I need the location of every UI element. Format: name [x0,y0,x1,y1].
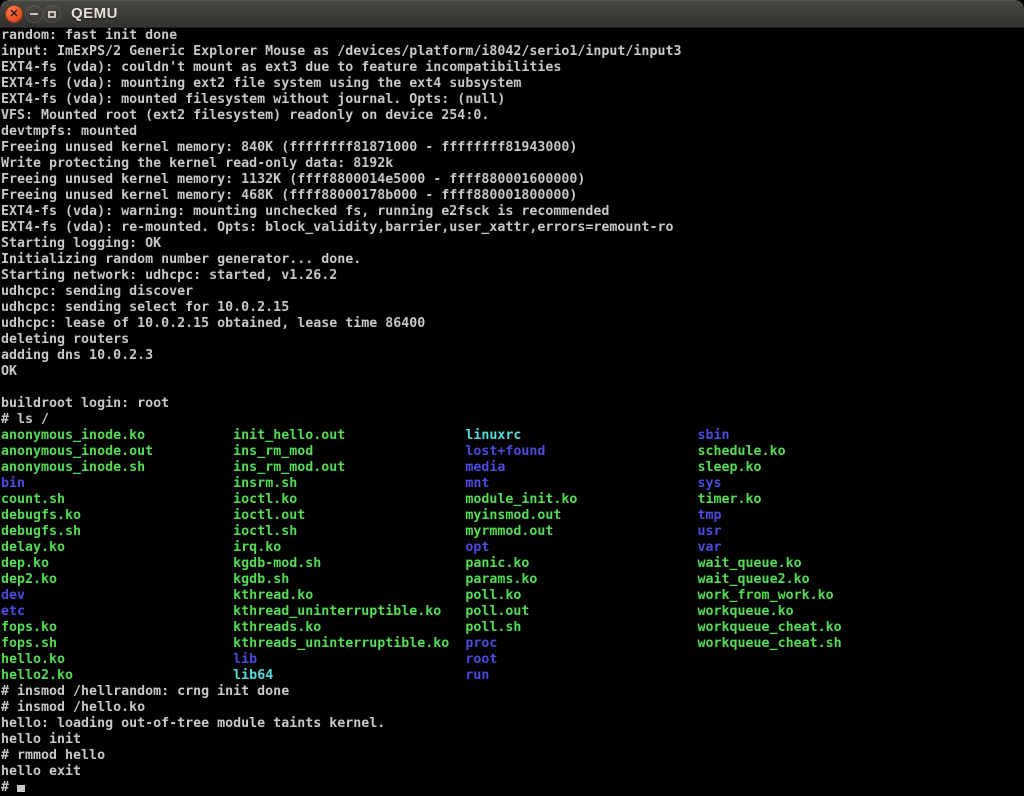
terminal-line: random: fast init done [1,28,1024,44]
terminal-line: fops.ko kthreads.ko poll.sh workqueue_ch… [1,620,1024,636]
text-cursor [17,785,25,792]
terminal-line: anonymous_inode.sh ins_rm_mod.out media … [1,460,1024,476]
terminal-line: adding dns 10.0.2.3 [1,348,1024,364]
terminal-line: anonymous_inode.out ins_rm_mod lost+foun… [1,444,1024,460]
terminal-line: hello: loading out-of-tree module taints… [1,716,1024,732]
terminal-line: OK [1,364,1024,380]
terminal-line: EXT4-fs (vda): couldn't mount as ext3 du… [1,60,1024,76]
terminal-line: hello exit [1,764,1024,780]
close-icon: ✕ [9,9,18,20]
terminal-line: udhcpc: lease of 10.0.2.15 obtained, lea… [1,316,1024,332]
qemu-window: ✕ QEMU random: fast init doneinput: ImEx… [0,0,1024,796]
terminal-line: EXT4-fs (vda): warning: mounting uncheck… [1,204,1024,220]
terminal-line: Write protecting the kernel read-only da… [1,156,1024,172]
maximize-button[interactable] [43,5,61,23]
terminal-line: dep2.ko kgdb.sh params.ko wait_queue2.ko [1,572,1024,588]
terminal-line: fops.sh kthreads_uninterruptible.ko proc… [1,636,1024,652]
terminal-line: Freeing unused kernel memory: 840K (ffff… [1,140,1024,156]
titlebar[interactable]: ✕ QEMU [0,0,1024,28]
terminal-line: deleting routers [1,332,1024,348]
terminal-line: EXT4-fs (vda): re-mounted. Opts: block_v… [1,220,1024,236]
terminal-line: buildroot login: root [1,396,1024,412]
terminal-line: EXT4-fs (vda): mounting ext2 file system… [1,76,1024,92]
terminal-line [1,380,1024,396]
terminal-line: udhcpc: sending discover [1,284,1024,300]
close-button[interactable]: ✕ [5,5,23,23]
terminal-line: EXT4-fs (vda): mounted filesystem withou… [1,92,1024,108]
minimize-button[interactable] [25,5,43,23]
terminal-line: Starting network: udhcpc: started, v1.26… [1,268,1024,284]
terminal-console[interactable]: random: fast init doneinput: ImExPS/2 Ge… [0,28,1024,796]
terminal-line: # [1,780,1024,796]
terminal-line: Starting logging: OK [1,236,1024,252]
terminal-line: # ls / [1,412,1024,428]
terminal-line: anonymous_inode.ko init_hello.out linuxr… [1,428,1024,444]
terminal-line: delay.ko irq.ko opt var [1,540,1024,556]
terminal-line: count.sh ioctl.ko module_init.ko timer.k… [1,492,1024,508]
terminal-line: devtmpfs: mounted [1,124,1024,140]
terminal-line: VFS: Mounted root (ext2 filesystem) read… [1,108,1024,124]
terminal-line: udhcpc: sending select for 10.0.2.15 [1,300,1024,316]
terminal-line: hello.ko lib root [1,652,1024,668]
terminal-line: hello2.ko lib64 run [1,668,1024,684]
window-title: QEMU [71,0,118,27]
terminal-line: dev kthread.ko poll.ko work_from_work.ko [1,588,1024,604]
terminal-line: bin insrm.sh mnt sys [1,476,1024,492]
terminal-line: etc kthread_uninterruptible.ko poll.out … [1,604,1024,620]
terminal-line: # insmod /hellrandom: crng init done [1,684,1024,700]
terminal-line: Freeing unused kernel memory: 1132K (fff… [1,172,1024,188]
terminal-line: input: ImExPS/2 Generic Explorer Mouse a… [1,44,1024,60]
minimize-icon [30,13,38,15]
terminal-line: # rmmod hello [1,748,1024,764]
terminal-line: debugfs.ko ioctl.out myinsmod.out tmp [1,508,1024,524]
terminal-line: dep.ko kgdb-mod.sh panic.ko wait_queue.k… [1,556,1024,572]
terminal-line: hello init [1,732,1024,748]
terminal-line: Initializing random number generator... … [1,252,1024,268]
maximize-icon [48,11,56,18]
terminal-line: # insmod /hello.ko [1,700,1024,716]
terminal-line: debugfs.sh ioctl.sh myrmmod.out usr [1,524,1024,540]
terminal-line: Freeing unused kernel memory: 468K (ffff… [1,188,1024,204]
